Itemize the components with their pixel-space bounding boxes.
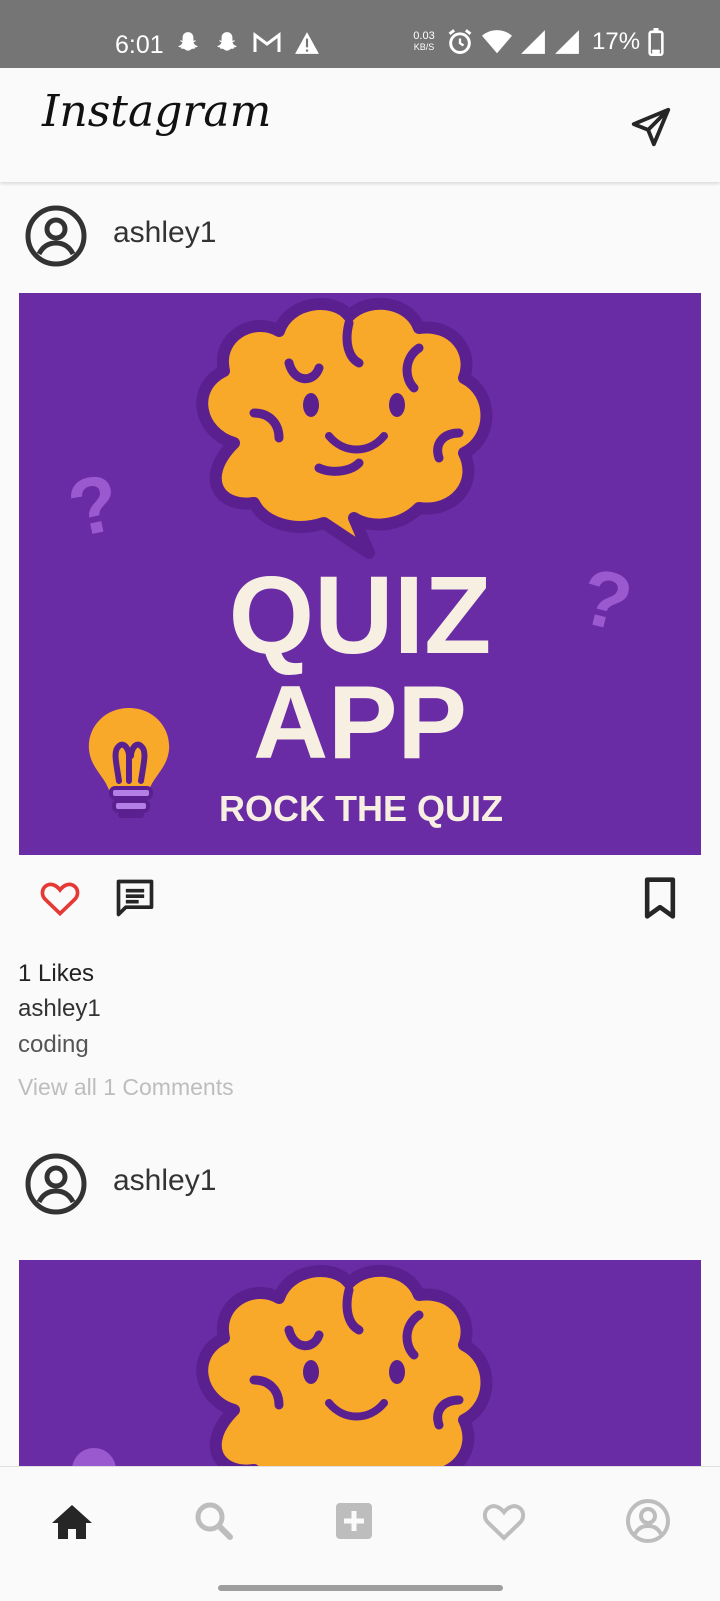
- profile-avatar-icon[interactable]: [24, 1152, 88, 1216]
- status-bar: 6:01 0.03 KB/S 17%: [0, 0, 720, 68]
- snapchat-icon: [217, 32, 237, 51]
- caption-username[interactable]: ashley1: [18, 995, 101, 1023]
- home-indicator[interactable]: [218, 1585, 503, 1591]
- post: ashley1 ? ? QUIZ APP ROCK THE QUIZ 1 Lik…: [0, 180, 720, 1130]
- post-image[interactable]: [19, 1260, 701, 1466]
- signal-icon: [521, 30, 545, 54]
- post-action-bar: [0, 866, 720, 932]
- comment-icon[interactable]: [113, 876, 157, 920]
- search-icon[interactable]: [190, 1497, 238, 1545]
- image-tagline: ROCK THE QUIZ: [219, 788, 503, 829]
- profile-icon[interactable]: [624, 1497, 672, 1545]
- post: ashley1: [0, 1146, 720, 1466]
- wifi-icon: [482, 30, 512, 54]
- bookmark-icon[interactable]: [640, 876, 680, 920]
- net-speed-unit: KB/S: [413, 42, 435, 52]
- send-icon[interactable]: [628, 104, 674, 150]
- alarm-icon: [448, 29, 472, 54]
- signal-icon: [555, 30, 579, 54]
- warning-icon: [295, 32, 319, 54]
- net-speed: 0.03 KB/S: [410, 31, 438, 53]
- post-header: ashley1: [0, 1146, 720, 1256]
- add-icon[interactable]: [330, 1497, 378, 1545]
- system-icons: 0.03 KB/S 17%: [410, 28, 664, 56]
- status-time: 6:01: [115, 31, 164, 59]
- post-header: ashley1: [0, 180, 720, 290]
- heart-icon[interactable]: [480, 1497, 528, 1545]
- caption-text: coding: [18, 1031, 89, 1058]
- likes-count[interactable]: 1 Likes: [18, 960, 94, 988]
- battery-icon: [648, 28, 664, 56]
- image-title-line1: QUIZ: [229, 554, 492, 677]
- gmail-icon: [253, 32, 281, 52]
- heart-icon[interactable]: [38, 876, 82, 920]
- profile-avatar-icon[interactable]: [24, 204, 88, 268]
- notification-icons: [175, 30, 320, 56]
- quiz-app-artwork: [19, 1260, 701, 1466]
- snapchat-icon: [178, 32, 198, 51]
- battery-percent: 17%: [592, 28, 641, 55]
- instagram-logo[interactable]: Instagram: [42, 86, 271, 137]
- post-image[interactable]: ? ? QUIZ APP ROCK THE QUIZ: [19, 293, 701, 855]
- brain-mascot: [196, 1264, 493, 1466]
- quiz-app-artwork: ? ? QUIZ APP ROCK THE QUIZ: [19, 293, 701, 855]
- bottom-nav: [0, 1466, 720, 1601]
- image-title-line2: APP: [253, 665, 467, 781]
- home-icon[interactable]: [48, 1497, 96, 1545]
- post-username[interactable]: ashley1: [113, 1164, 216, 1198]
- net-speed-value: 0.03: [413, 30, 435, 42]
- post-username[interactable]: ashley1: [113, 216, 216, 250]
- view-comments-link[interactable]: View all 1 Comments: [18, 1074, 234, 1101]
- app-header: Instagram: [0, 68, 720, 182]
